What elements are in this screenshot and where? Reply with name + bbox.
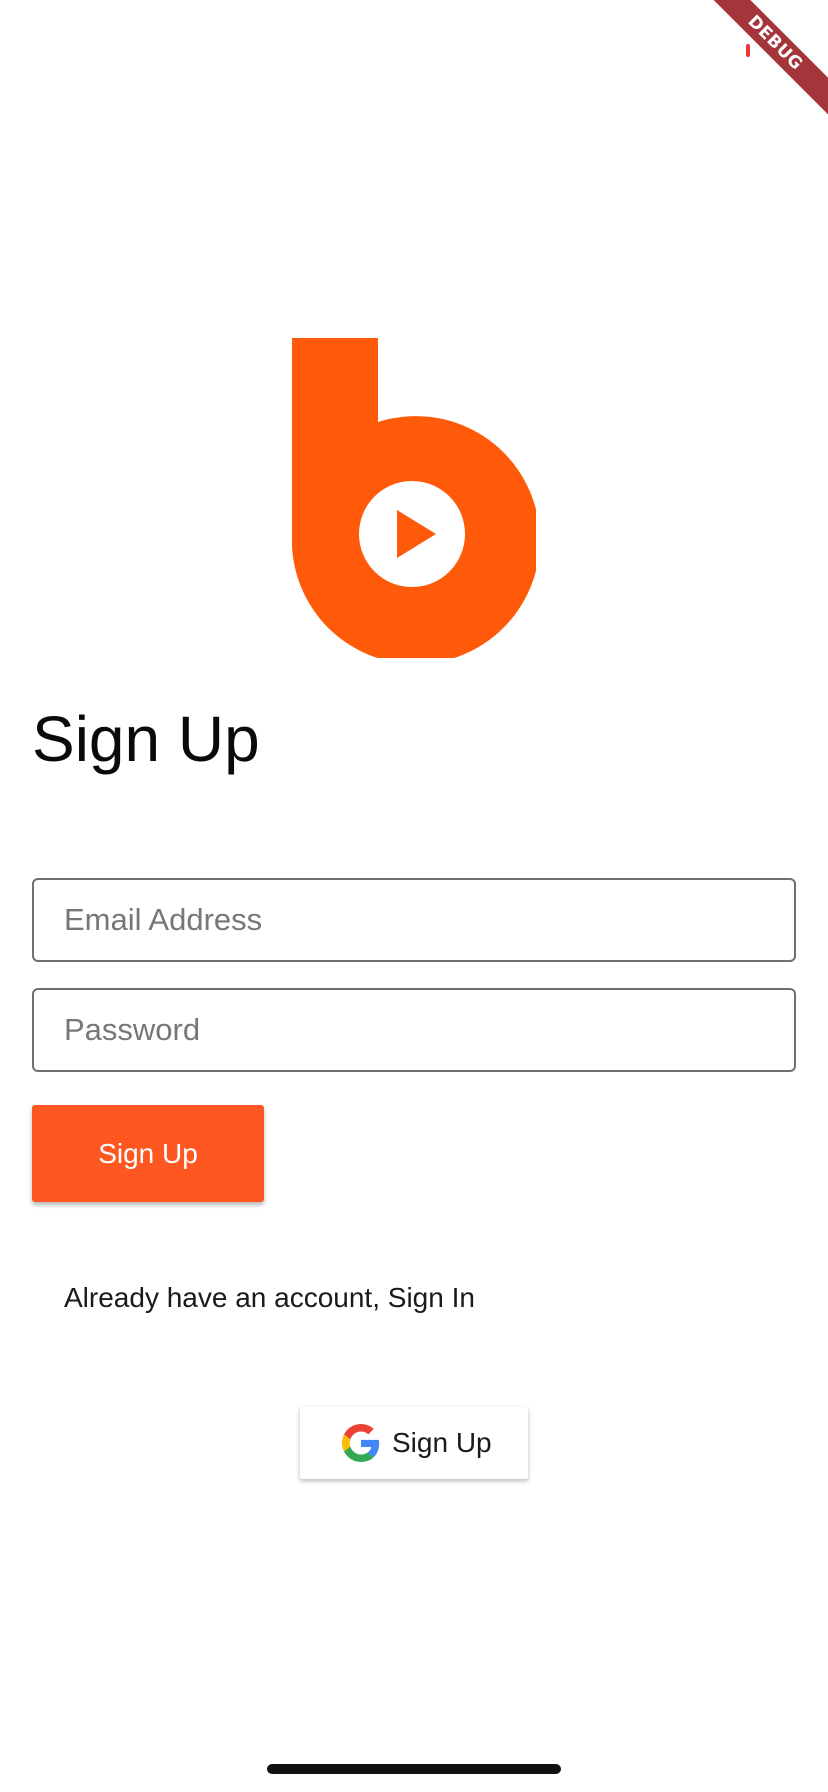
home-indicator[interactable] — [267, 1764, 561, 1774]
password-field[interactable] — [32, 988, 796, 1072]
debug-banner-label: DEBUG — [698, 0, 828, 120]
status-indicator — [746, 44, 750, 57]
sign-up-button[interactable]: Sign Up — [32, 1105, 264, 1202]
google-sign-up-label: Sign Up — [392, 1427, 492, 1458]
email-field[interactable] — [32, 878, 796, 962]
google-sign-up-button[interactable]: Sign Up — [300, 1407, 528, 1479]
page-title: Sign Up — [32, 703, 260, 775]
sign-in-link[interactable]: Already have an account, Sign In — [64, 1280, 475, 1316]
app-logo-icon — [292, 338, 536, 658]
debug-banner: DEBUG — [688, 0, 828, 140]
google-logo-icon — [342, 1424, 380, 1462]
